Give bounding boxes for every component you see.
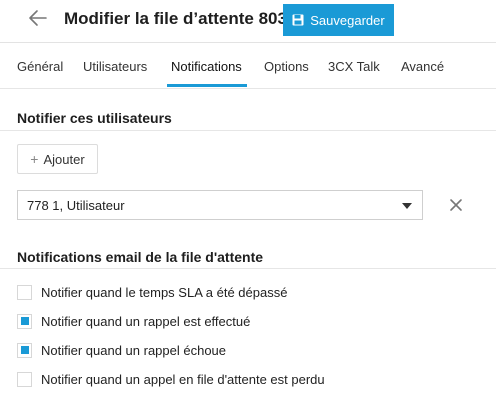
caret-down-icon [402,203,412,209]
tab-notifications[interactable]: Notifications [171,59,242,74]
notify-users-title: Notifier ces utilisateurs [17,110,172,126]
section-divider [0,268,496,269]
add-user-button[interactable]: + Ajouter [17,144,98,174]
tab-advanced[interactable]: Avancé [401,59,444,74]
save-button-label: Sauvegarder [310,12,385,28]
user-select[interactable]: 778 1, Utilisateur [17,190,423,220]
email-notifications-title: Notifications email de la file d'attente [17,249,264,265]
sla-exceeded-option: Notifier quand le temps SLA a été dépass… [17,283,287,301]
plus-icon: + [30,151,39,167]
section-divider [0,130,496,131]
call-lost-option: Notifier quand un appel en file d'attent… [17,370,325,388]
callback-failed-option: Notifier quand un rappel échoue [17,341,226,359]
call-lost-label: Notifier quand un appel en file d'attent… [41,371,325,387]
sla-exceeded-label: Notifier quand le temps SLA a été dépass… [41,284,288,300]
tab-general[interactable]: Général [17,59,63,74]
tab-bar: Général Utilisateurs Notifications Optio… [0,44,496,88]
callback-failed-checkbox[interactable] [17,342,32,358]
callback-failed-label: Notifier quand un rappel échoue [41,342,227,358]
arrow-left-icon [29,10,47,26]
tab-users[interactable]: Utilisateurs [83,59,147,74]
header-divider [0,42,496,43]
remove-user-button[interactable] [447,196,465,214]
add-user-label: Ajouter [43,151,85,167]
page-title: Modifier la file d’attente 803 [64,9,287,28]
sla-exceeded-checkbox[interactable] [17,284,32,300]
callback-done-label: Notifier quand un rappel est effectué [41,313,251,329]
tab-3cx-talk[interactable]: 3CX Talk [328,59,380,74]
close-icon [450,199,462,211]
call-lost-checkbox[interactable] [17,371,32,387]
page-header: Modifier la file d’attente 803 Sauvegard… [0,0,496,40]
tab-options[interactable]: Options [264,59,309,74]
save-button[interactable]: Sauvegarder [283,4,394,36]
callback-done-checkbox[interactable] [17,313,32,329]
tabs-divider [0,88,496,89]
back-button[interactable] [26,5,50,31]
user-select-value: 778 1, Utilisateur [27,197,125,213]
callback-done-option: Notifier quand un rappel est effectué [17,312,250,330]
floppy-disk-icon [292,14,304,26]
check-mark-icon [20,317,29,325]
check-mark-icon [20,346,29,354]
active-tab-indicator [167,84,247,87]
